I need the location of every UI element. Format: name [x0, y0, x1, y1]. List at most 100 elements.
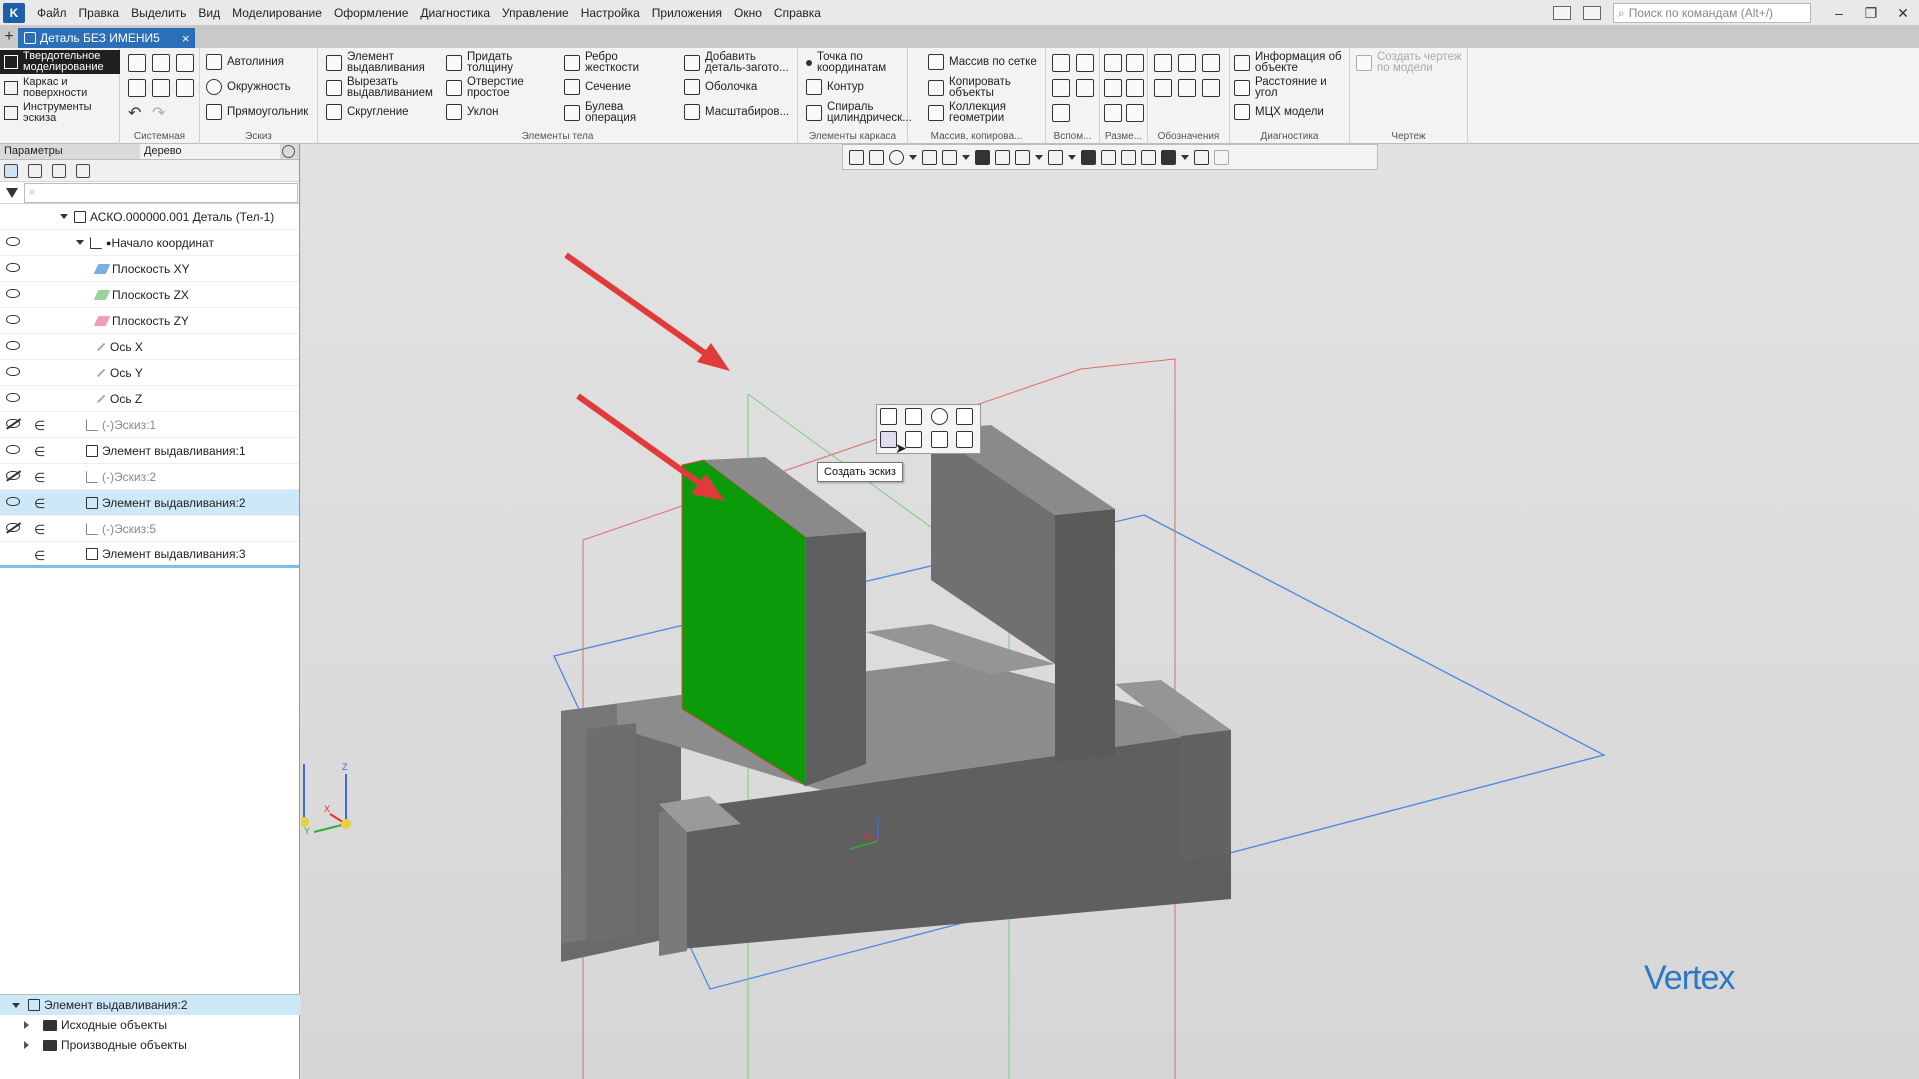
mode-solid[interactable]: Твердотельное моделирование [0, 50, 120, 74]
menu-item[interactable]: Оформление [328, 0, 414, 26]
tree-item[interactable]: Плоскость ZX [0, 282, 299, 308]
radius-dim-icon[interactable] [1104, 79, 1122, 97]
mass-props-button[interactable]: МЦХ модели [1234, 104, 1324, 120]
orient-icon[interactable] [922, 149, 937, 165]
circle-button[interactable]: Окружность [206, 79, 291, 95]
object-info-button[interactable]: Информация об объекте [1234, 51, 1348, 74]
lcs-icon[interactable] [869, 149, 884, 165]
thicken-button[interactable]: Придать толщину [446, 51, 536, 74]
structure-view-icon[interactable] [28, 163, 42, 178]
filter-icon[interactable] [6, 187, 18, 198]
hidden-eye-icon[interactable] [6, 419, 20, 428]
copy-objects-button[interactable]: Копировать объекты [928, 76, 1028, 99]
tree-item[interactable]: ∈ (-)Эскиз:1 [0, 412, 299, 438]
eye-icon[interactable] [6, 393, 20, 402]
new-file-icon[interactable] [128, 54, 146, 72]
fillet-button[interactable]: Скругление [326, 104, 409, 120]
chamfer-dim-icon[interactable] [1126, 104, 1144, 122]
selection-view-icon[interactable] [76, 163, 90, 178]
tree-item[interactable]: Плоскость XY [0, 256, 299, 282]
eye-icon[interactable] [6, 341, 20, 350]
angle-dim-icon[interactable] [1126, 54, 1144, 72]
wireframe-icon[interactable] [995, 149, 1010, 165]
shell-button[interactable]: Оболочка [684, 79, 757, 95]
lcs-toggle-icon[interactable] [955, 408, 973, 425]
base-icon[interactable] [1202, 54, 1220, 72]
eye-icon[interactable] [6, 237, 20, 246]
position-icon[interactable] [1202, 79, 1220, 97]
grid-icon[interactable] [849, 149, 864, 165]
copy-face-icon[interactable] [930, 431, 948, 448]
camera-icon[interactable] [1048, 149, 1063, 165]
grid-array-button[interactable]: Массив по сетке [928, 54, 1037, 70]
offset-face-icon[interactable] [955, 431, 973, 448]
geometry-collection-button[interactable]: Коллекция геометрии [928, 101, 1028, 124]
section-button[interactable]: Сечение [564, 79, 631, 95]
relations-source[interactable]: Исходные объекты [0, 1015, 300, 1035]
tab-tree[interactable]: Дерево [140, 144, 280, 159]
chevron-down-icon[interactable] [1068, 154, 1076, 160]
chevron-down-icon[interactable] [962, 154, 970, 160]
relations-root[interactable]: Элемент выдавливания:2 [0, 995, 300, 1015]
edit-icon[interactable] [1214, 149, 1229, 165]
aux-plane-icon[interactable] [1052, 54, 1070, 72]
menu-item[interactable]: Справка [768, 0, 827, 26]
eye-icon[interactable] [6, 315, 20, 324]
redo-icon[interactable]: ↷ [152, 103, 165, 123]
collapse-icon[interactable] [24, 1021, 29, 1029]
save-icon[interactable] [176, 54, 194, 72]
gear-icon[interactable] [282, 145, 295, 158]
scale-button[interactable]: Масштабиров... [684, 104, 789, 120]
menu-item[interactable]: Файл [31, 0, 73, 26]
chevron-down-icon[interactable] [909, 154, 917, 160]
collapse-icon[interactable] [24, 1041, 29, 1049]
menu-item[interactable]: Правка [73, 0, 126, 26]
tree-view-icon[interactable] [4, 163, 18, 178]
eye-icon[interactable] [6, 263, 20, 272]
aux-line-icon[interactable] [1052, 104, 1070, 122]
section-view-icon[interactable] [1101, 149, 1116, 165]
relations-derived[interactable]: Производные объекты [0, 1035, 300, 1055]
tree-item[interactable]: Ось X [0, 334, 299, 360]
boolean-button[interactable]: Булева операция [564, 101, 654, 124]
hole-button[interactable]: Отверстие простое [446, 76, 536, 99]
tree-item[interactable]: Плоскость ZY [0, 308, 299, 334]
tree-item[interactable]: ∈ (-)Эскиз:5 [0, 516, 299, 542]
layers-icon[interactable] [1141, 149, 1156, 165]
chevron-down-icon[interactable] [1181, 154, 1189, 160]
open-file-icon[interactable] [152, 54, 170, 72]
new-document-icon[interactable]: + [0, 28, 18, 48]
expand-icon[interactable] [76, 240, 84, 245]
operations-view-icon[interactable] [52, 163, 66, 178]
menu-item[interactable]: Приложения [646, 0, 728, 26]
print-icon[interactable] [128, 79, 146, 97]
create-drawing-button[interactable]: Создать чертеж по модели [1356, 51, 1464, 74]
tree-item[interactable]: АСКО.000000.001 Деталь (Тел-1) [0, 204, 299, 230]
aux-axis-icon[interactable] [1076, 54, 1094, 72]
menu-item[interactable]: Окно [728, 0, 768, 26]
filter-icon[interactable] [1161, 149, 1176, 165]
tree-item[interactable]: ● Начало координат [0, 230, 299, 256]
aux-point-icon[interactable] [1052, 79, 1070, 97]
expand-icon[interactable] [12, 1002, 20, 1008]
tab-parameters[interactable]: Параметры [0, 144, 140, 159]
tree-item[interactable]: ∈ Элемент выдавливания:1 [0, 438, 299, 464]
cut-extrude-button[interactable]: Вырезать выдавливанием [326, 76, 436, 99]
menu-item[interactable]: Моделирование [226, 0, 328, 26]
close-tab-icon[interactable]: × [182, 31, 190, 46]
properties-icon[interactable] [1194, 149, 1209, 165]
preview-icon[interactable] [152, 79, 170, 97]
eye-icon[interactable] [6, 367, 20, 376]
expand-icon[interactable] [60, 214, 68, 219]
sketch-plane-icon[interactable] [880, 408, 897, 425]
distance-angle-button[interactable]: Расстояние и угол [1234, 76, 1344, 99]
tolerance-icon[interactable] [1154, 79, 1172, 97]
layout-icon[interactable] [1553, 6, 1571, 20]
restore-icon[interactable]: ❐ [1855, 0, 1887, 26]
eye-icon[interactable] [6, 289, 20, 298]
save-all-icon[interactable] [176, 79, 194, 97]
document-tab[interactable]: Деталь БЕЗ ИМЕНИ5 × [18, 28, 196, 48]
mode-sketch-tools[interactable]: Инструменты эскиза [0, 101, 120, 125]
menu-item[interactable]: Выделить [125, 0, 192, 26]
zoom-icon[interactable] [889, 149, 904, 165]
